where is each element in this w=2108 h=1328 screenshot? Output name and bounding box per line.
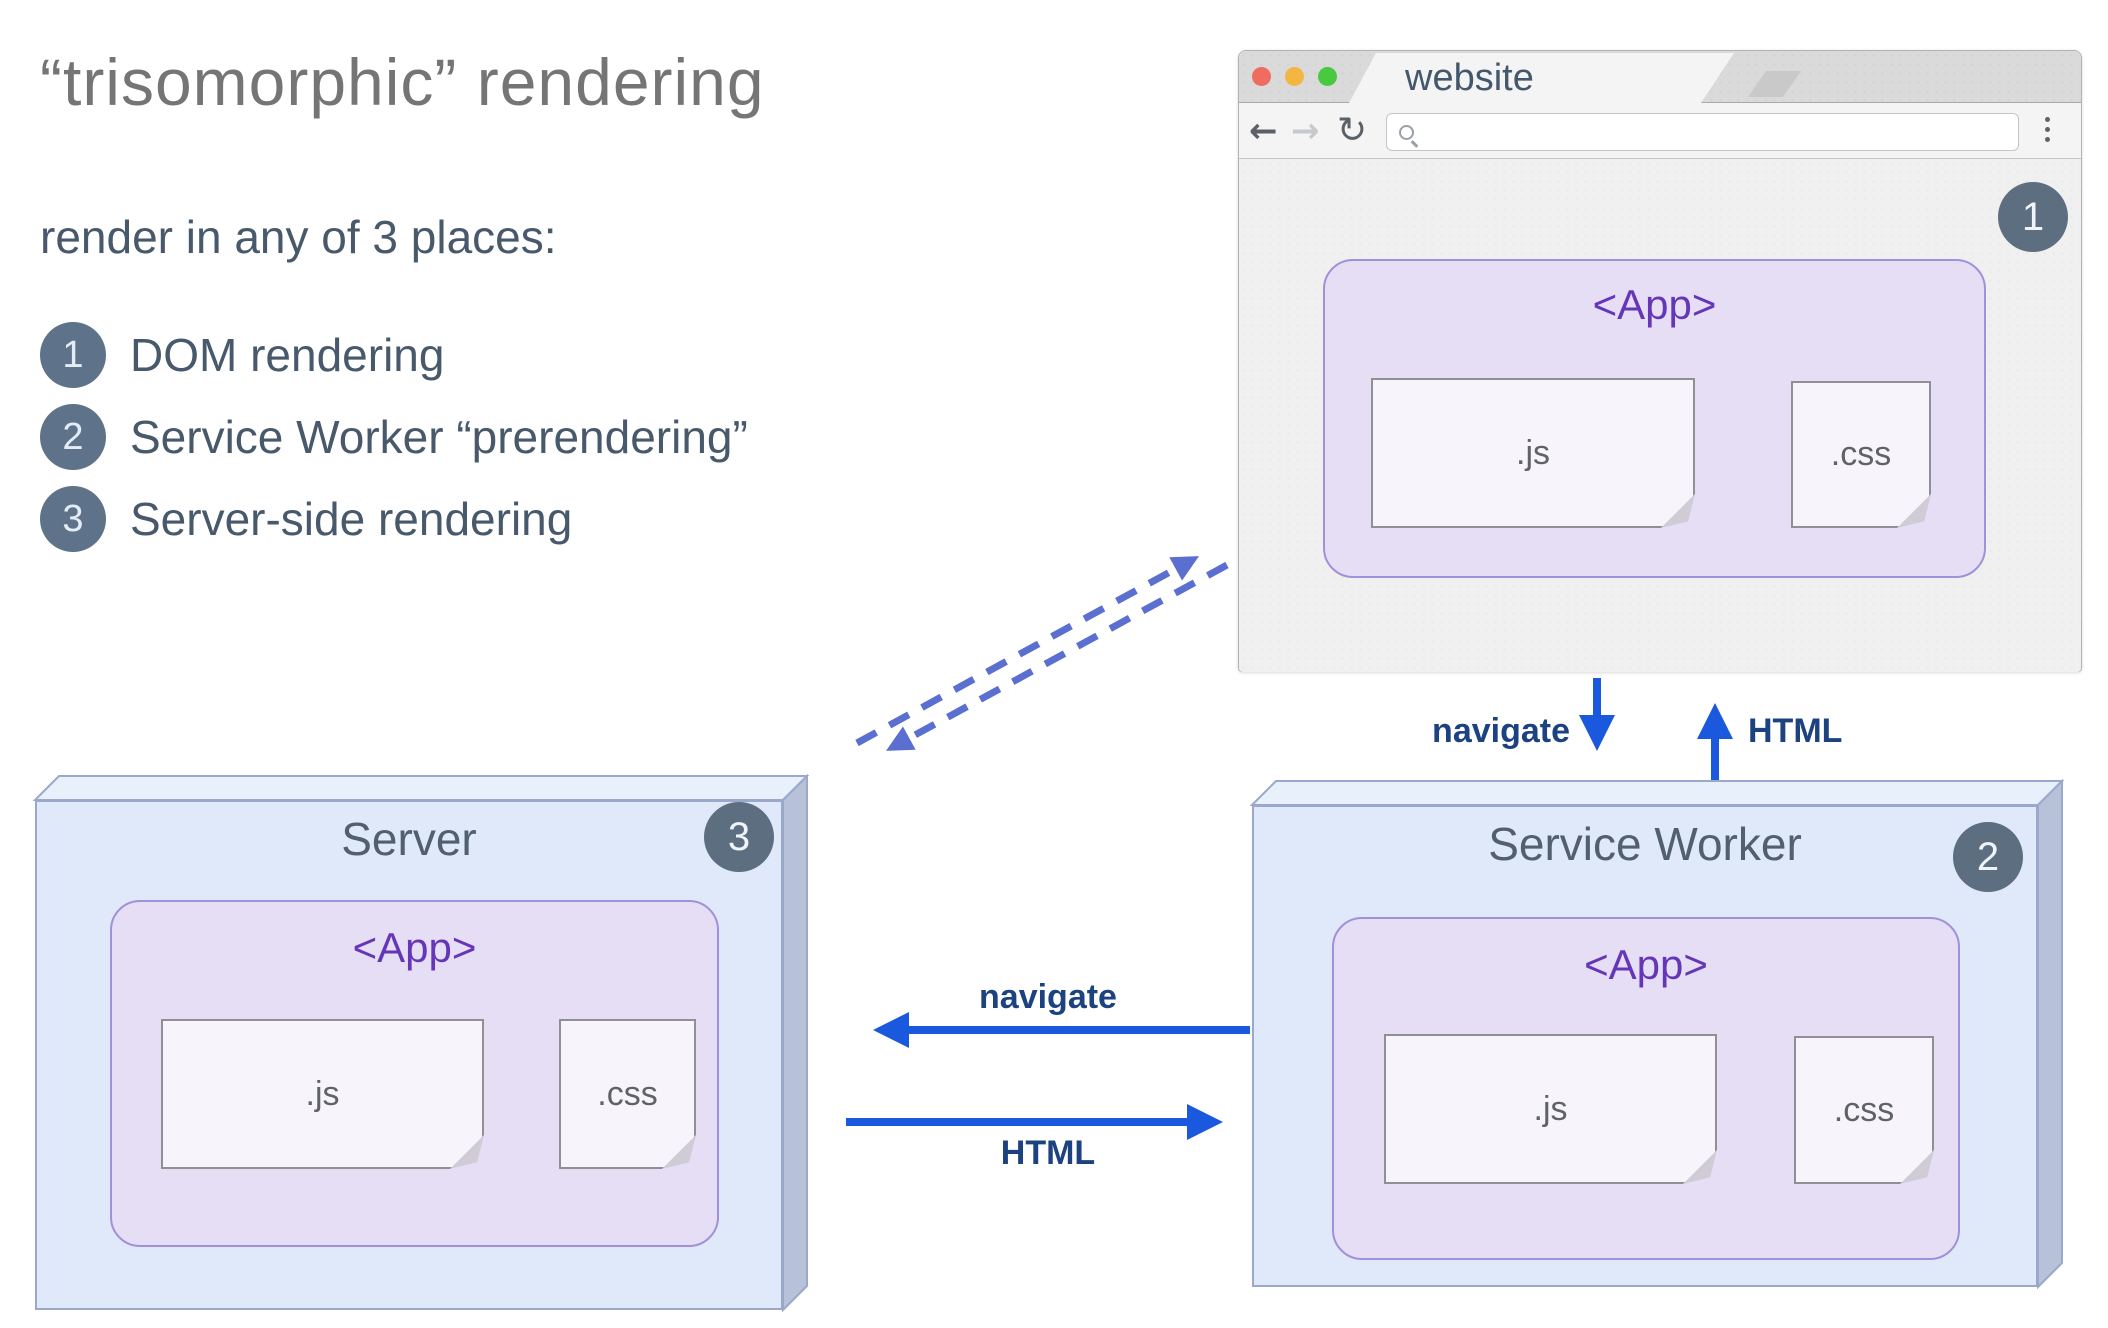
js-file: .js — [1371, 378, 1695, 528]
app-component-box: <App> .js .css — [110, 900, 719, 1247]
diagram-subtitle: render in any of 3 places: — [40, 211, 557, 263]
number-badge-1: 1 — [40, 322, 106, 388]
service-worker-box-right-face — [2037, 778, 2063, 1290]
js-file: .js — [161, 1019, 484, 1169]
js-file-label: .js — [1516, 433, 1550, 472]
css-file: .css — [1794, 1036, 1934, 1184]
server-title: Server — [341, 813, 477, 865]
browser-window: website ← → ↻ 1 <App> .js .css — [1238, 50, 2082, 672]
step-badge-dom: 1 — [1998, 182, 2068, 252]
css-file-label: .css — [1830, 435, 1892, 473]
app-tag-label: <App> — [1592, 281, 1717, 328]
step-badge-service-worker: 2 — [1953, 822, 2023, 892]
app-component-box: <App> .js .css — [1332, 917, 1960, 1260]
traffic-light-minimize-icon[interactable] — [1285, 67, 1304, 86]
legend-list: 1 DOM rendering 2 Service Worker “preren… — [40, 322, 748, 552]
page-title: “trisomorphic” rendering — [40, 45, 765, 119]
traffic-light-close-icon[interactable] — [1252, 67, 1271, 86]
html-right-arrow-label: HTML — [1000, 1134, 1096, 1172]
back-icon[interactable]: ← — [1249, 114, 1278, 148]
app-tag-label: <App> — [1584, 941, 1708, 988]
css-file-label: .css — [597, 1074, 658, 1113]
browser-toolbar: ← → ↻ — [1239, 103, 2081, 159]
step-badge-server: 3 — [704, 802, 774, 872]
server-box: Server 3 <App> .js .css — [35, 800, 783, 1310]
html-up-arrow-label: HTML — [1748, 712, 1843, 750]
list-item-label: DOM rendering — [130, 329, 445, 381]
dashed-arrow-to-server — [885, 561, 1229, 751]
list-item: 2 Service Worker “prerendering” — [40, 404, 748, 470]
server-box-right-face — [782, 773, 808, 1313]
server-box-top-face — [32, 775, 810, 801]
browser-tab-bar: website — [1239, 51, 2081, 103]
browser-tab-website[interactable]: website — [1349, 53, 1734, 103]
css-file: .css — [1791, 381, 1931, 528]
new-tab-icon[interactable] — [1748, 71, 1801, 97]
navigate-down-arrow-label: navigate — [1432, 712, 1570, 750]
forward-icon[interactable]: → — [1291, 114, 1320, 148]
list-item-label: Service Worker “prerendering” — [130, 411, 748, 463]
traffic-light-zoom-icon[interactable] — [1318, 67, 1337, 86]
reload-icon[interactable]: ↻ — [1337, 112, 1367, 149]
navigate-left-arrow-label: navigate — [979, 978, 1117, 1016]
list-item-label: Server-side rendering — [130, 493, 573, 545]
list-item: 3 Server-side rendering — [40, 486, 748, 552]
service-worker-title: Service Worker — [1488, 818, 1802, 870]
list-item: 1 DOM rendering — [40, 322, 748, 388]
app-tag-label: <App> — [352, 924, 477, 971]
js-file: .js — [1384, 1034, 1717, 1184]
service-worker-box-top-face — [1249, 780, 2065, 806]
tab-title: website — [1405, 56, 1534, 99]
css-file-label: .css — [1833, 1090, 1895, 1129]
search-icon — [1399, 124, 1414, 140]
address-bar[interactable] — [1386, 113, 2019, 151]
js-file-label: .js — [305, 1074, 340, 1113]
trisomorphic-rendering-diagram: “trisomorphic” rendering render in any o… — [0, 0, 2108, 1328]
js-file-label: .js — [1533, 1089, 1568, 1128]
more-menu-icon[interactable] — [2045, 117, 2050, 142]
number-badge-3: 3 — [40, 486, 106, 552]
css-file: .css — [559, 1019, 696, 1169]
browser-viewport: 1 <App> .js .css — [1239, 159, 2081, 672]
number-badge-2: 2 — [40, 404, 106, 470]
service-worker-box: Service Worker 2 <App> .js .css — [1252, 805, 2038, 1287]
dashed-arrow-to-browser — [855, 556, 1200, 747]
app-component-box: <App> .js .css — [1323, 259, 1986, 578]
